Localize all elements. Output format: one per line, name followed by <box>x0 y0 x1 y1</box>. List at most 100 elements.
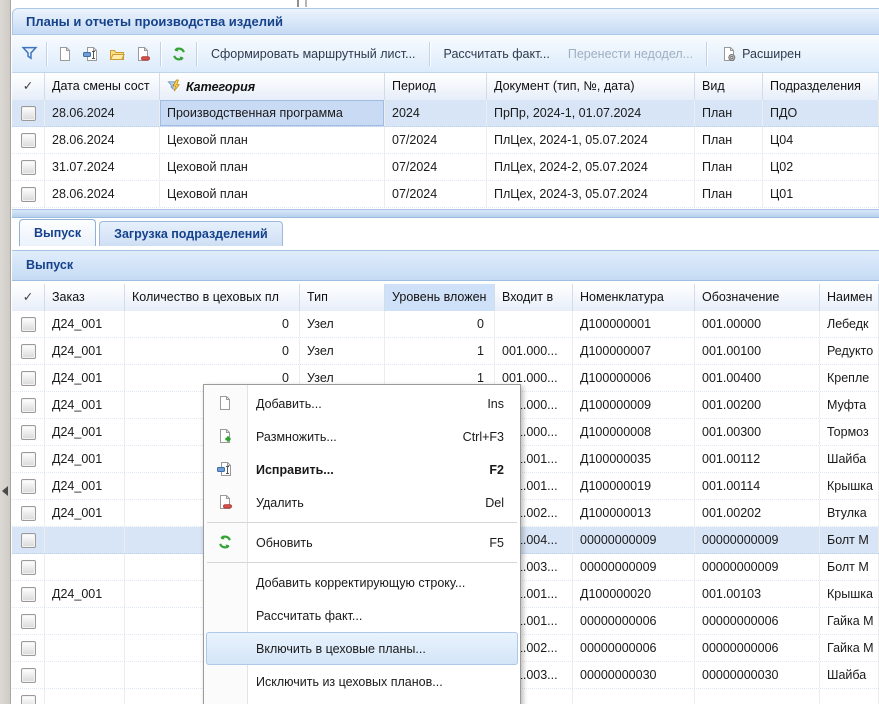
row-check-cell <box>12 338 45 364</box>
menu-item-edit[interactable]: Исправить... F2 <box>204 453 520 486</box>
table-row[interactable]: Д24_001 0 Узел 0 Д100000001 001.00000 Ле… <box>12 311 879 338</box>
toolbar-separator <box>196 42 198 66</box>
row-checkbox[interactable] <box>21 160 36 175</box>
refresh-button[interactable] <box>166 42 192 66</box>
column-header-kind[interactable]: Вид <box>695 73 763 100</box>
edit-document-icon <box>83 46 99 62</box>
filter-button[interactable] <box>16 42 42 66</box>
row-checkbox[interactable] <box>21 533 36 548</box>
cell-order <box>45 635 125 661</box>
row-checkbox[interactable] <box>21 317 36 332</box>
menu-item-label: Добавить... <box>256 397 469 411</box>
row-checkbox[interactable] <box>21 641 36 656</box>
column-header-document[interactable]: Документ (тип, №, дата) <box>487 73 695 100</box>
row-checkbox[interactable] <box>21 560 36 575</box>
menu-item-shortcut: F5 <box>489 536 504 550</box>
extended-button[interactable]: Расширен <box>712 42 810 66</box>
new-document-icon <box>57 46 73 62</box>
column-header-category[interactable]: Категория <box>160 73 385 100</box>
row-check-cell <box>12 635 45 661</box>
cell-nomenclature: Д100000009 <box>573 392 695 418</box>
cell-designation: 001.00100 <box>695 338 820 364</box>
column-header-qty[interactable]: Количество в цеховых пл <box>125 284 300 311</box>
column-header-order[interactable]: Заказ <box>45 284 125 311</box>
menu-item-refresh[interactable]: Обновить F5 <box>204 526 520 559</box>
row-check-cell <box>12 554 45 580</box>
delete-document-icon <box>135 46 151 62</box>
toolbar-separator <box>160 42 162 66</box>
menu-item-calc-fact[interactable]: Рассчитать факт... <box>204 599 520 632</box>
column-header-date[interactable]: Дата смены сост <box>45 73 160 100</box>
menu-item-include-in-shop-plans[interactable]: Включить в цеховые планы... <box>206 632 518 665</box>
tab-output[interactable]: Выпуск <box>19 219 96 246</box>
cell-order: Д24_001 <box>45 581 125 607</box>
tab-load[interactable]: Загрузка подразделений <box>99 221 283 246</box>
table-row[interactable]: Д24_001 0 Узел 1 001.000... Д100000007 0… <box>12 338 879 365</box>
column-header-type[interactable]: Тип <box>300 284 385 311</box>
column-header-level[interactable]: Уровень вложен <box>385 284 495 311</box>
collapsed-splitter[interactable] <box>0 0 11 704</box>
column-header-nomenclature[interactable]: Номенклатура <box>573 284 695 311</box>
cell-date: 31.07.2024 <box>45 154 160 180</box>
cell-nomenclature: Д100000001 <box>573 311 695 337</box>
cell-order: Д24_001 <box>45 365 125 391</box>
cell-nomenclature: Д100000020 <box>573 581 695 607</box>
cell-designation: 00000000009 <box>695 554 820 580</box>
lower-grid-header: ✓ Заказ Количество в цеховых пл Тип Уров… <box>12 284 879 312</box>
row-checkbox[interactable] <box>21 587 36 602</box>
category-filter-lightning-icon <box>167 79 182 94</box>
menu-item-shortcut: F2 <box>489 463 504 477</box>
splitter-collapse-icon[interactable] <box>2 486 8 496</box>
menu-item-duplicate[interactable]: Размножить... Ctrl+F3 <box>204 420 520 453</box>
cell-nomenclature: Д100000006 <box>573 365 695 391</box>
cell-nomenclature: 00000000009 <box>573 527 695 553</box>
row-check-cell <box>12 127 45 153</box>
column-header-period[interactable]: Период <box>385 73 487 100</box>
row-checkbox[interactable] <box>21 425 36 440</box>
column-header-name[interactable]: Наимен <box>820 284 879 311</box>
row-checkbox[interactable] <box>21 371 36 386</box>
calc-fact-button[interactable]: Рассчитать факт... <box>435 42 559 66</box>
cell-level: 0 <box>385 311 495 337</box>
row-check-cell <box>12 581 45 607</box>
menu-item-exclude-from-shop-plans[interactable]: Исключить из цеховых планов... <box>204 665 520 698</box>
row-checkbox[interactable] <box>21 479 36 494</box>
row-checkbox[interactable] <box>21 452 36 467</box>
row-checkbox[interactable] <box>21 614 36 629</box>
row-checkbox[interactable] <box>21 106 36 121</box>
cell-designation: 00000000030 <box>695 662 820 688</box>
cell-designation: 001.00000 <box>695 311 820 337</box>
upper-grid-header: ✓ Дата смены сост Категория Период Докум… <box>12 73 879 101</box>
table-row[interactable]: 28.06.2024 Цеховой план 07/2024 ПлЦех, 2… <box>12 127 879 154</box>
table-row[interactable]: 31.07.2024 Цеховой план 07/2024 ПлЦех, 2… <box>12 154 879 181</box>
open-button[interactable] <box>104 42 130 66</box>
cell-period: 07/2024 <box>385 154 487 180</box>
cell-nomenclature: 00000000006 <box>573 608 695 634</box>
format-route-sheet-button[interactable]: Сформировать маршрутный лист... <box>202 42 425 66</box>
table-row[interactable]: 28.06.2024 Цеховой план 07/2024 ПлЦех, 2… <box>12 181 879 208</box>
check-all-header[interactable]: ✓ <box>12 73 45 100</box>
cell-nomenclature: Д100000007 <box>573 338 695 364</box>
menu-item-label: Удалить <box>256 496 467 510</box>
table-row[interactable]: 28.06.2024 Производственная программа 20… <box>12 100 879 127</box>
menu-item-add-correction-row[interactable]: Добавить корректирующую строку... <box>204 566 520 599</box>
toolbar: Сформировать маршрутный лист... Рассчита… <box>12 35 879 73</box>
add-button[interactable] <box>52 42 78 66</box>
edit-button[interactable] <box>78 42 104 66</box>
column-header-designation[interactable]: Обозначение <box>695 284 820 311</box>
delete-button[interactable] <box>130 42 156 66</box>
row-checkbox[interactable] <box>21 187 36 202</box>
row-checkbox[interactable] <box>21 133 36 148</box>
horizontal-splitter[interactable] <box>12 209 879 218</box>
menu-item-add[interactable]: Добавить... Ins <box>204 387 520 420</box>
row-checkbox[interactable] <box>21 695 36 704</box>
row-checkbox[interactable] <box>21 668 36 683</box>
row-checkbox[interactable] <box>21 398 36 413</box>
row-checkbox[interactable] <box>21 506 36 521</box>
cell-designation: 00000000009 <box>695 527 820 553</box>
menu-item-delete[interactable]: Удалить Del <box>204 486 520 519</box>
row-checkbox[interactable] <box>21 344 36 359</box>
check-all-header[interactable]: ✓ <box>12 284 45 311</box>
column-header-parent[interactable]: Входит в <box>495 284 573 311</box>
column-header-division[interactable]: Подразделения <box>763 73 879 100</box>
